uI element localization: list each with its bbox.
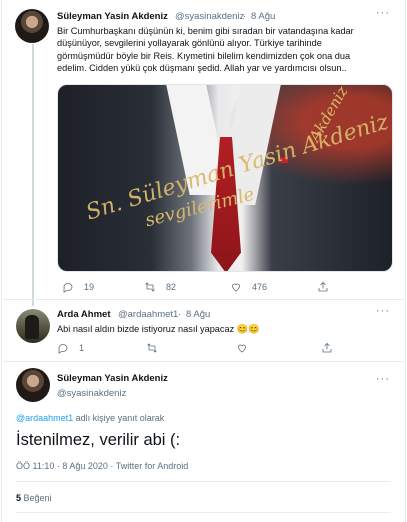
reply-count: 1 [79, 343, 85, 353]
retweet-icon [145, 282, 155, 292]
retweet-button[interactable] [146, 342, 158, 354]
thread-connector [32, 44, 34, 306]
tweet-time[interactable]: 8 Ağu [251, 11, 275, 22]
tweet-line: edelim. Cidden yükü çok düşmanı şedid. A… [57, 63, 347, 74]
like-button[interactable] [236, 342, 248, 354]
likes-summary[interactable]: 5 Beğeni [16, 493, 52, 503]
divider [3, 299, 404, 300]
mention-link[interactable]: @ardaahmet1 [16, 413, 73, 423]
author-name[interactable]: Süleyman Yasin Akdeniz [57, 373, 168, 384]
tweet-thread: Süleyman Yasin Akdeniz @syasinakdeniz · … [1, 0, 406, 522]
tweet-source[interactable]: Twitter for Android [116, 461, 189, 471]
author-name[interactable]: Süleyman Yasin Akdeniz [57, 11, 168, 22]
share-icon [318, 281, 328, 292]
reply-context: @ardaahmet1 adlı kişiye yanıt olarak [16, 413, 164, 423]
tweet-line: Bir Cumhurbaşkanı düşünün ki, benim gibi… [57, 26, 354, 36]
tweet-text: İstenilmez, verilir abi (: [16, 431, 181, 449]
divider [3, 361, 404, 362]
reply-count: 19 [84, 282, 95, 292]
separator-dot: · [243, 11, 247, 22]
tweet-text: Abi nasıl aldın bizde istiyoruz nasıl ya… [57, 324, 260, 334]
more-icon[interactable]: ··· [376, 373, 390, 385]
tweet-meta: ÖÖ 11:10 · 8 Ağu 2020 · Twitter for Andr… [16, 461, 188, 471]
tweet-line: görmüşmüdür böyle bir Reis. Kıymetini bi… [57, 50, 351, 61]
divider [16, 512, 391, 513]
author-name[interactable]: Arda Ahmet [57, 309, 111, 320]
avatar[interactable] [16, 368, 50, 402]
tweet-text: Bir Cumhurbaşkanı düşünün ki, benim gibi… [57, 25, 397, 75]
like-icon [232, 283, 240, 292]
tweet-line: düşünüyor, sevgilerini yollayarak gönlün… [57, 38, 322, 49]
like-button[interactable]: 476 [230, 281, 267, 293]
author-handle[interactable]: @syasinakdeniz [57, 388, 126, 399]
likes-label: Beğeni [23, 493, 52, 503]
more-icon[interactable]: ··· [376, 305, 390, 317]
tweet-timestamp[interactable]: ÖÖ 11:10 · 8 Ağu 2020 [16, 461, 108, 471]
author-handle[interactable]: @ardaahmet1 [118, 309, 178, 320]
more-icon[interactable]: ··· [376, 7, 390, 19]
author-handle[interactable]: @syasinakdeniz [175, 11, 244, 22]
like-icon [238, 344, 246, 353]
reply-suffix: adlı kişiye yanıt olarak [73, 413, 165, 423]
reply-icon [58, 344, 68, 354]
separator-dot: · [110, 461, 114, 471]
divider [16, 481, 391, 482]
separator-dot: · [178, 309, 182, 320]
like-count: 476 [252, 282, 268, 292]
reply-button[interactable]: 19 [62, 281, 94, 293]
avatar[interactable] [15, 9, 49, 43]
retweet-button[interactable]: 82 [144, 281, 176, 293]
share-button[interactable] [321, 342, 333, 354]
likes-count: 5 [16, 493, 22, 503]
share-icon [322, 342, 332, 353]
retweet-icon [147, 343, 157, 353]
share-button[interactable] [317, 281, 329, 293]
reply-icon [63, 283, 73, 293]
avatar[interactable] [16, 309, 50, 343]
tweet-image[interactable]: Sn. Süleyman Yasin Akdeniz sevgilerimle … [57, 84, 393, 272]
retweet-count: 82 [166, 282, 177, 292]
reply-button[interactable]: 1 [57, 342, 84, 354]
tweet-time[interactable]: 8 Ağu [186, 309, 210, 320]
